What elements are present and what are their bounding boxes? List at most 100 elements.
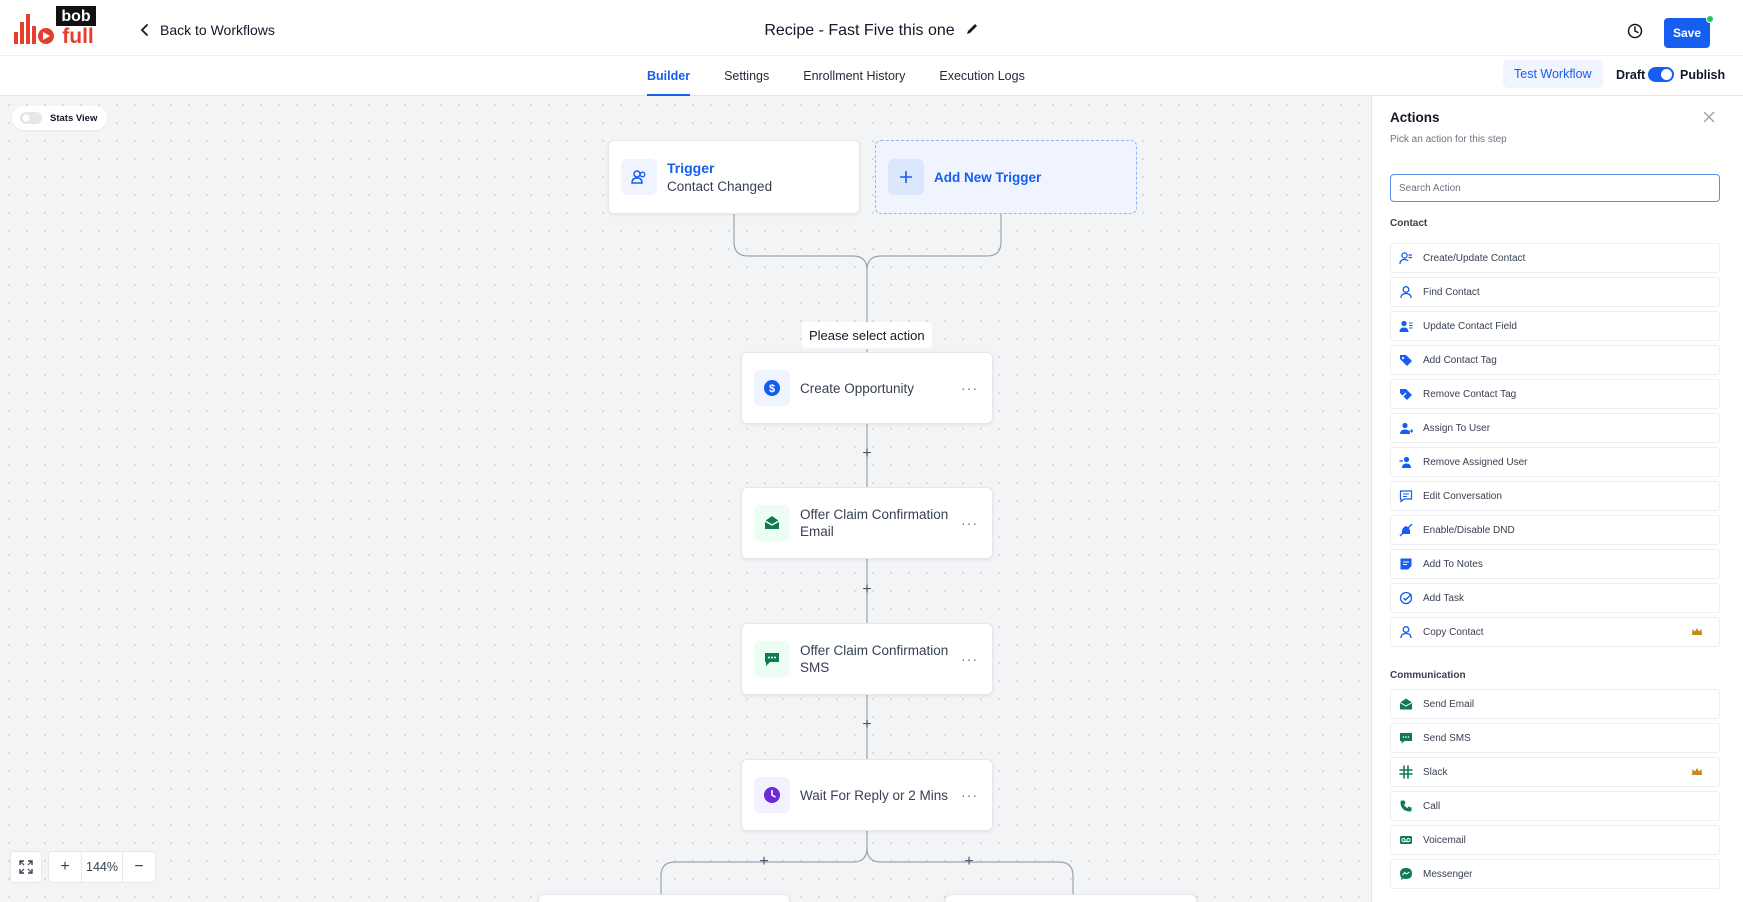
step-card-offer-email[interactable]: Offer Claim Confirmation Email ···: [741, 487, 993, 559]
logo-text-top: bob: [61, 8, 91, 25]
action-label: Enable/Disable DND: [1423, 524, 1515, 536]
action-item[interactable]: Send SMS: [1390, 723, 1720, 753]
step-label: Offer Claim Confirmation SMS: [800, 643, 949, 675]
action-item[interactable]: Add Contact Tag: [1390, 345, 1720, 375]
step-card-create-opportunity[interactable]: $ Create Opportunity ···: [741, 352, 993, 424]
save-label: Save: [1672, 26, 1702, 40]
action-label: Remove Assigned User: [1423, 456, 1528, 468]
history-icon[interactable]: [1626, 22, 1644, 40]
zoom-group: + 144% −: [48, 851, 156, 883]
svg-text:$: $: [769, 383, 775, 395]
action-item[interactable]: Update Contact Field: [1390, 311, 1720, 341]
action-label: Add To Notes: [1423, 558, 1483, 570]
trigger-title: Trigger: [667, 160, 715, 176]
zoom-level: 144%: [81, 852, 123, 882]
step-label: Offer Claim Confirmation Email: [800, 507, 949, 539]
step-menu-button[interactable]: ···: [961, 380, 978, 396]
zoom-controls: + 144% −: [10, 850, 156, 884]
plus-icon: [900, 171, 912, 183]
test-workflow-button[interactable]: Test Workflow: [1503, 60, 1603, 88]
search-action-input[interactable]: [1390, 174, 1720, 202]
conversation-icon: [1391, 482, 1421, 510]
action-item[interactable]: Slack: [1390, 757, 1720, 787]
action-item[interactable]: Remove Contact Tag: [1390, 379, 1720, 409]
back-to-workflows-link[interactable]: Back to Workflows: [138, 22, 275, 38]
logo-text-bottom: full: [62, 25, 94, 48]
action-label: Messenger: [1423, 868, 1473, 880]
panel-title: Actions: [1390, 110, 1440, 125]
user-lines-icon: [1391, 312, 1421, 340]
workflow-canvas[interactable]: Stats View Trigger Contact Changed Add N…: [0, 96, 1371, 902]
mail-open-icon: [764, 516, 780, 529]
action-label: Add Task: [1423, 592, 1464, 604]
tab-enrollment-history[interactable]: Enrollment History: [786, 56, 922, 96]
add-trigger-label: Add New Trigger: [934, 169, 1042, 185]
action-item[interactable]: Remove Assigned User: [1390, 447, 1720, 477]
branch-card-left[interactable]: [538, 894, 790, 902]
user-copy-icon: [1391, 618, 1421, 646]
user-edit-icon: [1391, 244, 1421, 272]
chat-bubble-icon: [1391, 724, 1421, 752]
action-label: Copy Contact: [1423, 626, 1484, 638]
app-logo[interactable]: bob full: [12, 6, 108, 50]
connector-lines: [660, 214, 1074, 902]
messenger-icon: [1391, 860, 1421, 888]
phone-icon: [1391, 792, 1421, 820]
dollar-icon: $: [764, 380, 780, 396]
add-step-button[interactable]: +: [859, 582, 875, 598]
tab-builder[interactable]: Builder: [630, 56, 707, 96]
action-label: Find Contact: [1423, 286, 1480, 298]
action-item[interactable]: Send Email: [1390, 689, 1720, 719]
clock-icon: [764, 787, 780, 803]
add-new-trigger-card[interactable]: Add New Trigger: [875, 140, 1137, 214]
action-item[interactable]: Copy Contact: [1390, 617, 1720, 647]
fit-view-button[interactable]: [10, 851, 42, 883]
action-item[interactable]: Voicemail: [1390, 825, 1720, 855]
publish-toggle[interactable]: [1648, 67, 1674, 82]
trigger-subtitle: Contact Changed: [667, 179, 773, 194]
add-step-button[interactable]: +: [859, 717, 875, 733]
action-item[interactable]: Add Task: [1390, 583, 1720, 613]
action-item[interactable]: Add To Notes: [1390, 549, 1720, 579]
mail-open-icon: [1391, 690, 1421, 718]
chat-bubble-icon: [765, 653, 779, 666]
zoom-in-button[interactable]: +: [49, 852, 81, 882]
please-select-action-label: Please select action: [802, 322, 932, 348]
step-menu-button[interactable]: ···: [961, 651, 978, 667]
step-menu-button[interactable]: ···: [961, 515, 978, 531]
add-branch-step-button[interactable]: +: [961, 854, 977, 870]
save-button[interactable]: Save: [1664, 15, 1714, 48]
action-item[interactable]: Enable/Disable DND: [1390, 515, 1720, 545]
trigger-card[interactable]: Trigger Contact Changed: [608, 140, 860, 214]
user-assign-icon: [1391, 414, 1421, 442]
zoom-out-button[interactable]: −: [123, 852, 155, 882]
pencil-icon[interactable]: [965, 22, 979, 36]
action-item[interactable]: Find Contact: [1390, 277, 1720, 307]
action-item[interactable]: Messenger: [1390, 859, 1720, 889]
close-icon[interactable]: [1702, 110, 1716, 124]
action-item[interactable]: Assign To User: [1390, 413, 1720, 443]
publish-label: Publish: [1680, 68, 1726, 82]
action-label: Slack: [1423, 766, 1448, 778]
add-step-button[interactable]: +: [859, 446, 875, 462]
trigger-text: Trigger Contact Changed: [667, 160, 772, 194]
action-label: Call: [1423, 800, 1441, 812]
unsaved-indicator: [1706, 15, 1714, 23]
branch-card-right[interactable]: [945, 894, 1197, 902]
step-icon-box: [754, 641, 790, 677]
add-trigger-icon-box: [888, 159, 924, 195]
action-item[interactable]: Create/Update Contact: [1390, 243, 1720, 273]
step-icon-box: $: [754, 370, 790, 406]
tab-settings[interactable]: Settings: [707, 56, 786, 96]
add-branch-step-button[interactable]: +: [756, 854, 772, 870]
tab-execution-logs[interactable]: Execution Logs: [922, 56, 1041, 96]
task-check-icon: [1391, 584, 1421, 612]
step-card-wait[interactable]: Wait For Reply or 2 Mins ···: [741, 759, 993, 831]
action-item[interactable]: Call: [1390, 791, 1720, 821]
step-card-offer-sms[interactable]: Offer Claim Confirmation SMS ···: [741, 623, 993, 695]
tag-remove-icon: [1391, 380, 1421, 408]
action-item[interactable]: Edit Conversation: [1390, 481, 1720, 511]
chevron-left-icon: [140, 24, 148, 36]
user-icon: [1391, 278, 1421, 306]
step-menu-button[interactable]: ···: [961, 787, 978, 803]
